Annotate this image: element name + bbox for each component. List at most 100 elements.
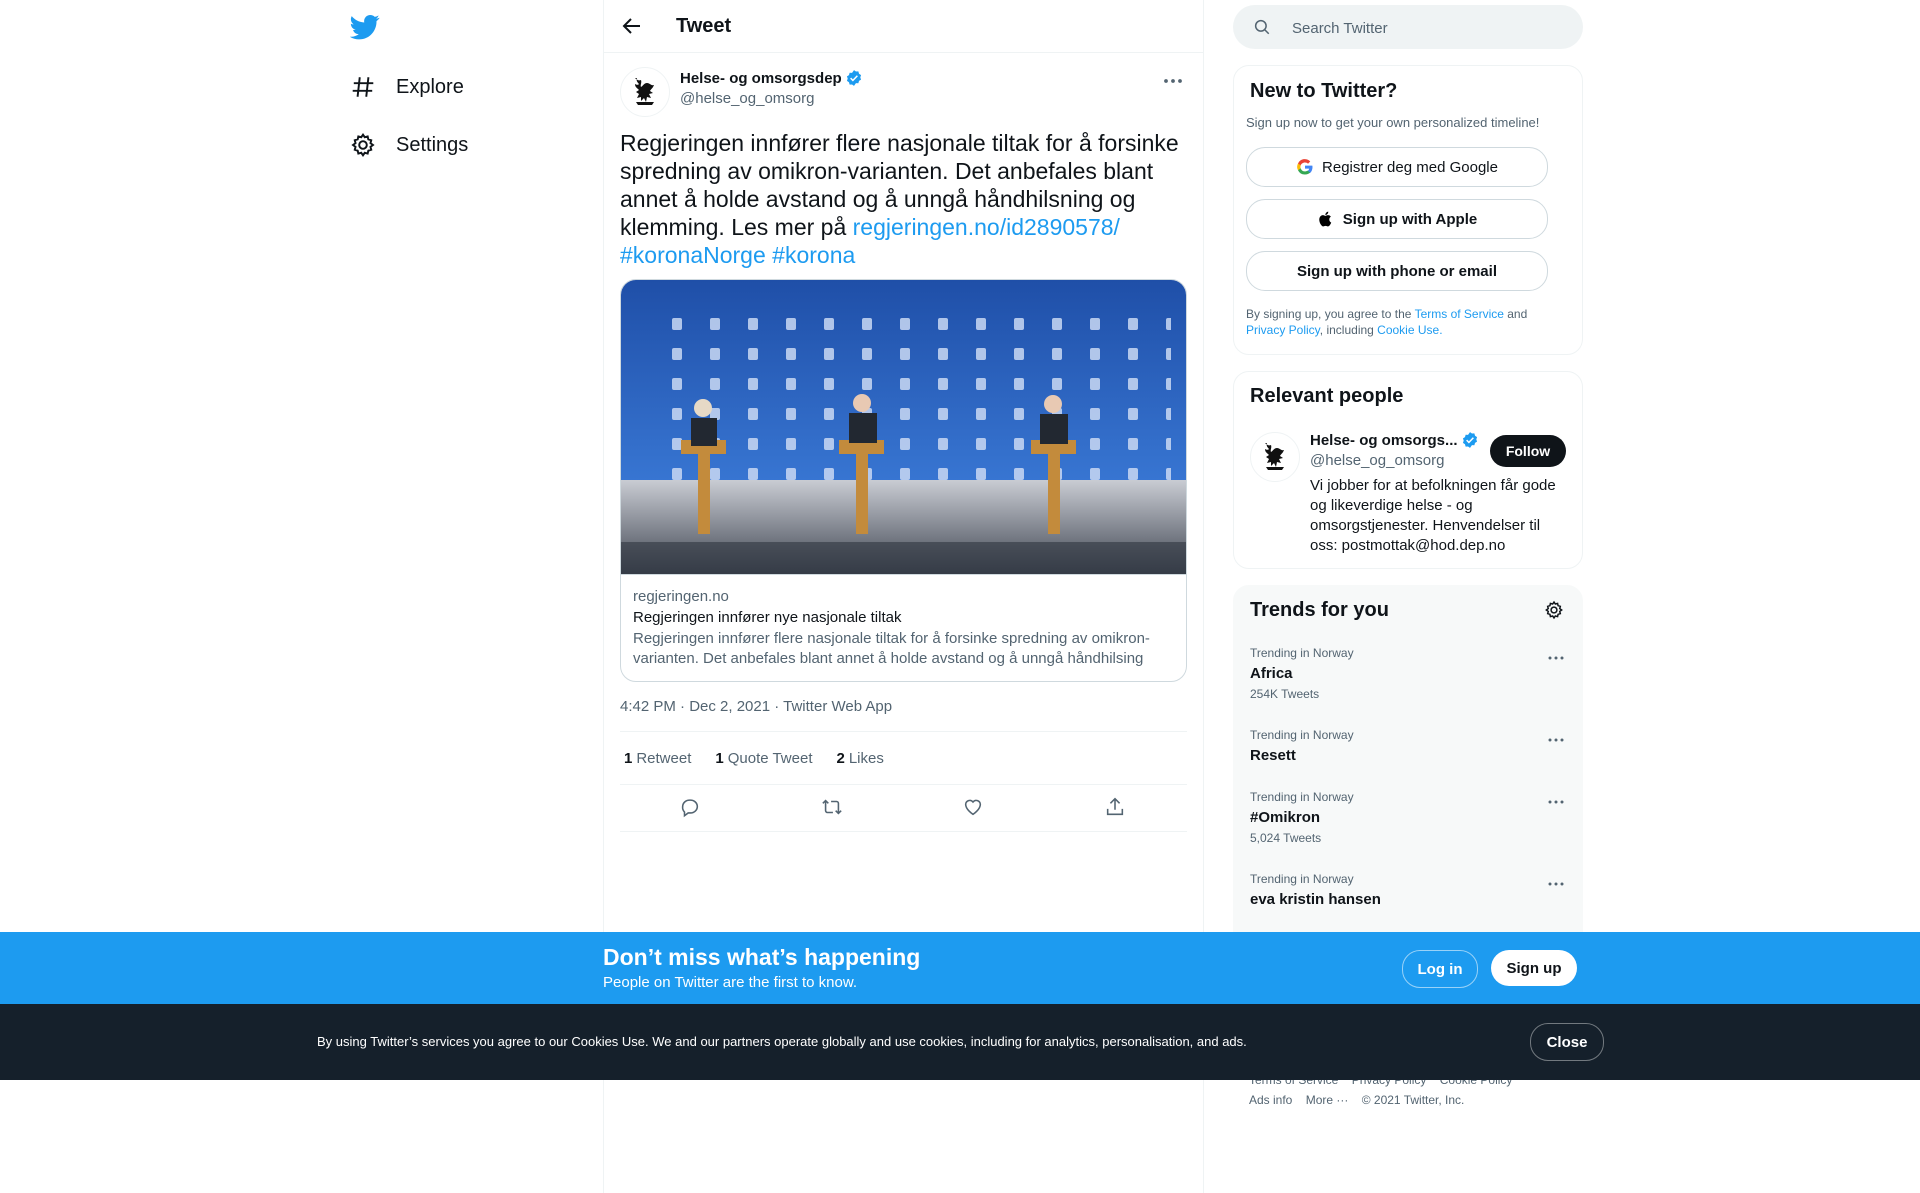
- signup-prompt-subtitle: People on Twitter are the first to know.: [603, 974, 858, 991]
- stat-count: 2: [836, 749, 845, 767]
- google-signup-label: Registrer deg med Google: [1322, 158, 1498, 176]
- card-title: Regjeringen innfører nye nasjonale tilta…: [633, 609, 902, 626]
- more-options-icon[interactable]: [1544, 872, 1568, 896]
- more-options-icon[interactable]: [1544, 646, 1568, 670]
- card-description: Regjeringen innfører flere nasjonale til…: [633, 630, 1150, 667]
- more-options-icon[interactable]: [1544, 790, 1568, 814]
- terms-text: By signing up, you agree to the: [1246, 307, 1415, 321]
- avatar[interactable]: [1250, 432, 1300, 482]
- nav-explore-label: Explore: [396, 75, 464, 98]
- hashtag-link[interactable]: #koronaNorge: [620, 242, 766, 268]
- more-options-icon[interactable]: [1159, 67, 1187, 95]
- signup-title: New to Twitter?: [1250, 80, 1398, 102]
- apple-logo-icon: [1317, 210, 1335, 228]
- likes-count[interactable]: 2 Likes: [833, 750, 884, 767]
- apple-signup-button[interactable]: Sign up with Apple: [1246, 199, 1548, 239]
- author-name-text: Helse- og omsorgsdep: [680, 69, 842, 87]
- retweet-icon[interactable]: [821, 796, 845, 820]
- apple-signup-label: Sign up with Apple: [1342, 210, 1478, 228]
- trend-name: Resett: [1250, 747, 1296, 764]
- trend-name: #Omikron: [1250, 809, 1321, 826]
- relevant-people-panel: Relevant people Helse- og omsorgs... @he…: [1233, 371, 1583, 569]
- quote-tweet-count[interactable]: 1 Quote Tweet: [711, 750, 812, 767]
- retweet-count[interactable]: 1 Retweet: [620, 750, 691, 767]
- tweet-link[interactable]: regjeringen.no/id2890578/: [853, 214, 1120, 240]
- phone-email-signup-button[interactable]: Sign up with phone or email: [1246, 251, 1548, 291]
- card-body: regjeringen.no Regjeringen innfører nye …: [621, 574, 1186, 681]
- hashtag-icon: [350, 74, 376, 100]
- twitter-logo-icon[interactable]: [350, 12, 380, 42]
- trend-item[interactable]: Trending in Norway Africa 254K Tweets: [1234, 646, 1582, 706]
- signup-prompt-title: Don’t miss what’s happening: [603, 944, 921, 970]
- google-logo-icon: [1296, 158, 1314, 176]
- tweet: Helse- og omsorgsdep @helse_og_omsorg Re…: [604, 53, 1203, 832]
- main-header: Tweet: [604, 0, 1203, 53]
- google-signup-button[interactable]: Registrer deg med Google: [1246, 147, 1548, 187]
- stat-label: Retweet: [636, 749, 692, 767]
- signup-panel: New to Twitter? Sign up now to get your …: [1233, 65, 1583, 355]
- cookie-consent-bar: By using Twitter’s services you agree to…: [0, 1004, 1920, 1080]
- author-handle[interactable]: @helse_og_omsorg: [680, 90, 814, 107]
- trend-context: Trending in Norway: [1250, 728, 1354, 742]
- nav-settings[interactable]: Settings: [350, 125, 468, 165]
- trend-context: Trending in Norway: [1250, 790, 1354, 804]
- trend-item[interactable]: Trending in Norway eva kristin hansen: [1234, 872, 1582, 918]
- privacy-policy-link[interactable]: Privacy Policy: [1246, 323, 1320, 337]
- cookie-close-button[interactable]: Close: [1530, 1023, 1604, 1061]
- trends-title: Trends for you: [1250, 599, 1389, 621]
- reply-icon[interactable]: [679, 796, 703, 820]
- trend-item[interactable]: Trending in Norway #Omikron 5,024 Tweets: [1234, 790, 1582, 850]
- search-input[interactable]: [1290, 5, 1564, 51]
- terms-of-service-link[interactable]: Terms of Service: [1415, 307, 1504, 321]
- like-heart-icon[interactable]: [962, 796, 986, 820]
- hashtag-link[interactable]: #korona: [772, 242, 855, 268]
- search-box[interactable]: [1233, 5, 1583, 51]
- stat-count: 1: [624, 749, 633, 767]
- relevant-people-title: Relevant people: [1250, 385, 1404, 407]
- stat-label: Quote Tweet: [727, 749, 813, 767]
- tweet-stats: 1 Retweet 1 Quote Tweet 2 Likes: [620, 732, 1187, 785]
- signup-terms: By signing up, you agree to the Terms of…: [1246, 306, 1561, 338]
- tweet-text: Regjeringen innfører flere nasjonale til…: [620, 129, 1187, 269]
- search-icon: [1253, 18, 1271, 36]
- terms-text: , including: [1319, 323, 1378, 337]
- tweet-timestamp[interactable]: 4:42 PM · Dec 2, 2021 · Twitter Web App: [620, 698, 1187, 732]
- tweet-author-row: Helse- og omsorgsdep @helse_og_omsorg: [620, 53, 1187, 123]
- tweet-actions: [620, 785, 1187, 832]
- trend-context: Trending in Norway: [1250, 646, 1354, 660]
- verified-badge-icon: [845, 69, 863, 87]
- signup-button[interactable]: Sign up: [1491, 950, 1577, 986]
- more-options-icon[interactable]: [1544, 728, 1568, 752]
- relevant-person-handle[interactable]: @helse_og_omsorg: [1310, 452, 1444, 469]
- trend-item[interactable]: Trending in Norway Resett: [1234, 728, 1582, 774]
- follow-button[interactable]: Follow: [1490, 435, 1566, 467]
- trend-name: eva kristin hansen: [1250, 891, 1381, 908]
- trends-panel: Trends for you Trending in Norway Africa…: [1233, 585, 1583, 937]
- trend-count: 254K Tweets: [1250, 687, 1320, 701]
- share-icon[interactable]: [1104, 796, 1128, 820]
- phone-email-signup-label: Sign up with phone or email: [1296, 262, 1497, 280]
- cookie-use-link[interactable]: Cookie Use.: [1377, 323, 1442, 337]
- footer-more-link[interactable]: More ···: [1306, 1093, 1349, 1107]
- terms-text: and: [1503, 307, 1528, 321]
- footer-ads-link[interactable]: Ads info: [1249, 1093, 1292, 1107]
- page-title: Tweet: [676, 15, 732, 37]
- trend-context: Trending in Norway: [1250, 872, 1354, 886]
- nav-explore[interactable]: Explore: [350, 67, 464, 107]
- link-card[interactable]: regjeringen.no Regjeringen innfører nye …: [620, 279, 1187, 682]
- gear-icon[interactable]: [1544, 600, 1566, 622]
- gear-icon: [350, 132, 376, 158]
- login-button[interactable]: Log in: [1402, 950, 1478, 988]
- footer-copyright: © 2021 Twitter, Inc.: [1361, 1093, 1465, 1107]
- back-arrow-icon[interactable]: [620, 14, 644, 38]
- nav-settings-label: Settings: [396, 133, 469, 156]
- signup-prompt-bar: Don’t miss what’s happening People on Tw…: [0, 932, 1920, 1004]
- relevant-person-name[interactable]: Helse- og omsorgs...: [1310, 431, 1479, 449]
- trend-name: Africa: [1250, 665, 1293, 682]
- stat-label: Likes: [848, 749, 884, 767]
- card-domain: regjeringen.no: [633, 588, 729, 605]
- author-name[interactable]: Helse- og omsorgsdep: [680, 69, 863, 87]
- cookie-consent-text: By using Twitter’s services you agree to…: [317, 1034, 1247, 1049]
- avatar[interactable]: [620, 67, 670, 117]
- relevant-person-bio: Vi jobber for at befolkningen får gode o…: [1310, 477, 1556, 554]
